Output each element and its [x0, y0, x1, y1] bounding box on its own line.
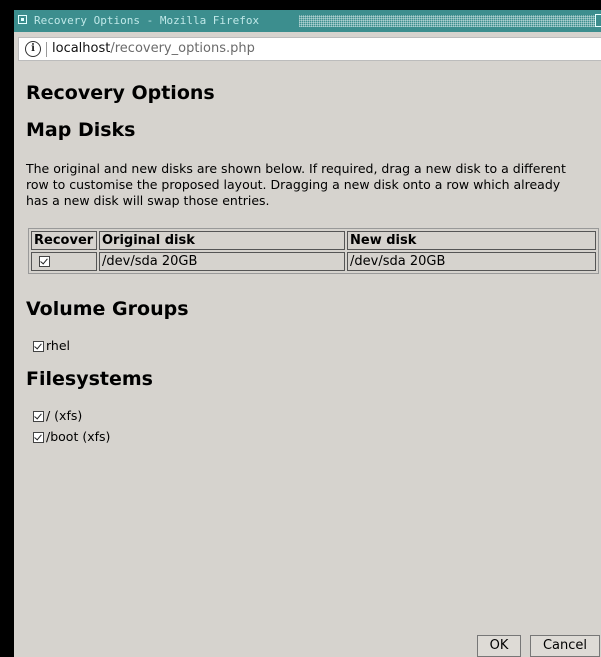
url-bar[interactable]: i localhost/recovery_options.php [18, 37, 601, 61]
window-titlebar[interactable]: Recovery Options - Mozilla Firefox [14, 10, 601, 32]
filesystems-heading: Filesystems [26, 368, 153, 390]
column-recover: Recover [31, 231, 97, 250]
disk-map-table: Recover Original disk New disk /dev/sda … [28, 228, 599, 274]
page-title: Recovery Options [26, 82, 215, 104]
original-disk-cell: /dev/sda 20GB [99, 252, 345, 271]
filesystem-item[interactable]: /boot (xfs) [33, 429, 110, 445]
browser-window: Recovery Options - Mozilla Firefox i loc… [12, 10, 601, 657]
vg-rhel-label: rhel [46, 338, 71, 353]
url-path: /recovery_options.php [110, 41, 255, 56]
filesystem-item[interactable]: / (xfs) [33, 408, 82, 424]
fs-boot-label: /boot (xfs) [46, 429, 111, 444]
window-title: Recovery Options - Mozilla Firefox [34, 14, 260, 27]
window-menu-icon[interactable] [18, 15, 27, 24]
fs-boot-checkbox[interactable] [33, 432, 44, 443]
recover-checkbox[interactable] [39, 256, 50, 267]
column-original-disk: Original disk [99, 231, 345, 250]
titlebar-drag-area[interactable] [299, 15, 595, 27]
recover-cell [31, 252, 97, 271]
table-header-row: Recover Original disk New disk [31, 231, 596, 250]
url-host: localhost [52, 41, 111, 56]
vg-rhel-checkbox[interactable] [33, 341, 44, 352]
fs-root-label: / (xfs) [46, 408, 83, 423]
maximize-icon[interactable] [595, 14, 601, 27]
cancel-button[interactable]: Cancel [530, 635, 600, 657]
map-disks-intro: The original and new disks are shown bel… [26, 161, 566, 208]
column-new-disk: New disk [347, 231, 596, 250]
volume-group-item[interactable]: rhel [33, 338, 70, 354]
volume-groups-heading: Volume Groups [26, 298, 189, 320]
site-info-icon[interactable]: i [25, 41, 41, 57]
url-text[interactable]: localhost/recovery_options.php [52, 38, 255, 60]
url-separator [46, 42, 47, 57]
fs-root-checkbox[interactable] [33, 411, 44, 422]
ok-button[interactable]: OK [477, 635, 521, 657]
table-row: /dev/sda 20GB /dev/sda 20GB [31, 252, 596, 271]
map-disks-heading: Map Disks [26, 119, 136, 141]
page-content: Recovery Options Map Disks The original … [14, 62, 601, 657]
new-disk-cell[interactable]: /dev/sda 20GB [347, 252, 596, 271]
